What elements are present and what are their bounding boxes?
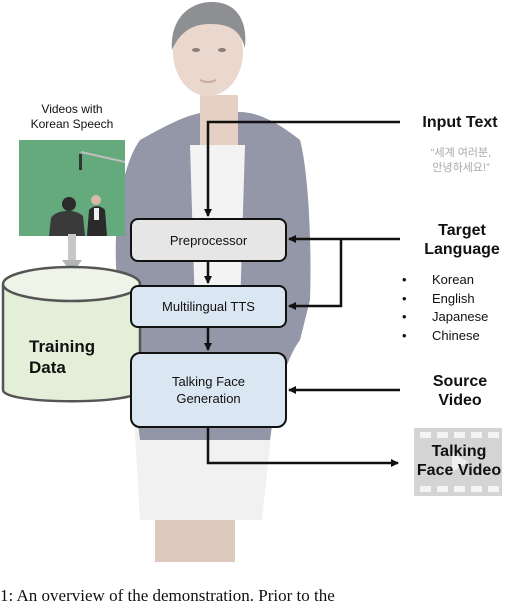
- preprocessor-box: Preprocessor: [130, 218, 287, 262]
- talking-face-generation-label: Talking Face Generation: [172, 374, 245, 406]
- talking-face-video-label: Talking Face Video: [416, 443, 502, 479]
- output-arrow: [206, 426, 399, 467]
- preprocessor-label: Preprocessor: [169, 232, 248, 248]
- language-item: • Chinese: [402, 327, 480, 343]
- language-item: • English: [402, 290, 475, 306]
- language-list: • Korean • English • Japanese • Chinese: [402, 271, 488, 345]
- target-language-title: Target Language: [424, 222, 500, 258]
- multilingual-tts-box: Multilingual TTS: [130, 285, 287, 328]
- language-to-tts-arrow: [288, 239, 343, 310]
- talking-face-generation-box: Talking Face Generation: [130, 352, 287, 428]
- input-text-arrow: [204, 120, 400, 217]
- source-video-title: Source Video: [432, 373, 488, 409]
- figure-caption: 1: An overview of the demonstration. Pri…: [0, 586, 335, 605]
- input-text-title: Input Text: [422, 114, 498, 131]
- language-item: • Japanese: [402, 309, 489, 324]
- input-text-example: “세계 여러분, 안녕하세요!”: [430, 147, 492, 174]
- language-item: • Korean: [402, 272, 474, 287]
- multilingual-tts-label: Multilingual TTS: [162, 299, 255, 314]
